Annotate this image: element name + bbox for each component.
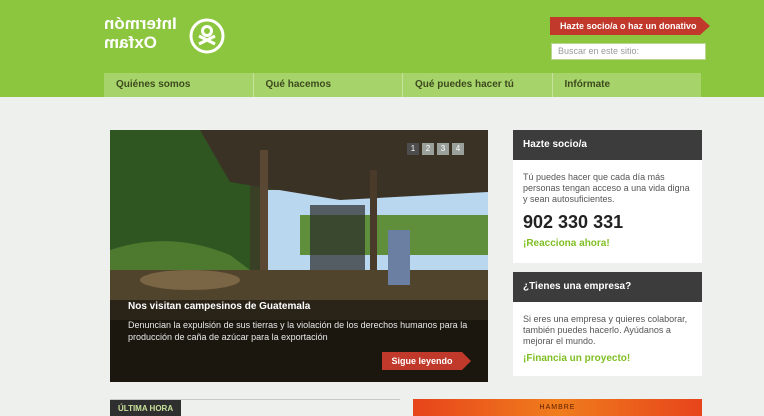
nav-item-quienes-somos[interactable]: Quiénes somos (104, 73, 254, 97)
company-box: ¿Tienes una empresa? Si eres una empresa… (513, 272, 702, 376)
slide-photo (110, 130, 488, 382)
reacciona-link[interactable]: ¡Reacciona ahora! (523, 238, 692, 249)
featured-slider[interactable]: 1 2 3 4 Nos visitan campesinos de Guatem… (110, 130, 488, 382)
read-more-button[interactable]: Sigue leyendo (382, 352, 471, 370)
pager-dot[interactable]: 3 (437, 143, 449, 155)
slide-description: Denuncian la expulsión de sus tierras y … (128, 320, 468, 342)
slider-pager: 1 2 3 4 (407, 143, 464, 155)
member-box-text: Tú puedes hacer que cada día más persona… (523, 172, 690, 204)
nav-item-que-puedes-hacer[interactable]: Qué puedes hacer tú (403, 73, 553, 97)
logo-wordmark: Intermón Oxfam (104, 14, 177, 52)
campaign-banner[interactable]: HAMBRE (413, 399, 702, 416)
header-bar: Intermón Oxfam Hazte socio/a o haz un do… (0, 0, 764, 97)
financia-link[interactable]: ¡Financia un proyecto! (523, 353, 692, 364)
nav-item-informate[interactable]: Infórmate (553, 73, 702, 97)
company-box-title[interactable]: ¿Tienes una empresa? (513, 272, 702, 302)
banner-text: HAMBRE (539, 404, 576, 411)
slide-title[interactable]: Nos visitan campesinos de Guatemala (128, 301, 310, 312)
member-box: Hazte socio/a Tú puedes hacer que cada d… (513, 130, 702, 263)
nav-item-que-hacemos[interactable]: Qué hacemos (254, 73, 403, 97)
oxfam-logo-icon (189, 18, 225, 54)
company-box-text: Si eres una empresa y quieres colaborar,… (523, 314, 688, 346)
oxfam-logo[interactable]: Intermón Oxfam (104, 14, 226, 60)
member-box-title[interactable]: Hazte socio/a (513, 130, 702, 160)
pager-dot[interactable]: 1 (407, 143, 419, 155)
ticker-label: ÚLTIMA HORA (110, 400, 182, 416)
pager-dot[interactable]: 2 (422, 143, 434, 155)
pager-dot[interactable]: 4 (452, 143, 464, 155)
news-ticker: ÚLTIMA HORA (110, 399, 400, 416)
donate-button[interactable]: Hazte socio/a o haz un donativo (550, 17, 710, 35)
search-input[interactable]: Buscar en este sitio: (551, 43, 706, 60)
main-nav: Quiénes somos Qué hacemos Qué puedes hac… (104, 73, 701, 97)
phone-number: 902 330 331 (523, 212, 624, 232)
